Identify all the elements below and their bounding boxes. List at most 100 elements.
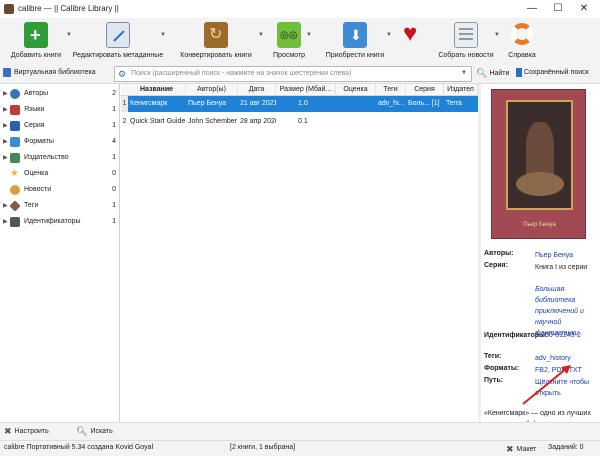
chevron-down-icon[interactable]: ▼ [160, 32, 166, 38]
tag-category-series[interactable]: ▶ Серия 1 [0, 118, 120, 134]
layout-label: Макет [516, 446, 537, 453]
table-row[interactable]: 2 Quick Start Guide John Schember 28 апр… [121, 114, 478, 130]
tags-icon [9, 200, 21, 212]
book-rating-cell[interactable] [336, 96, 376, 112]
wrench-icon: ✖ [4, 426, 12, 436]
tag-label: Теги [24, 202, 39, 209]
column-header-title[interactable]: Название [128, 84, 186, 96]
search-icon: 🔍︎ [76, 426, 88, 436]
add-book-icon: + [24, 22, 48, 48]
virtual-library-button[interactable]: Виртуальная библиотека [3, 68, 96, 77]
gear-icon[interactable]: ⚙ [118, 69, 126, 80]
find-button[interactable]: 🔍︎ Найти [476, 68, 509, 79]
close-button[interactable]: ✕ [574, 2, 594, 16]
book-publisher-cell[interactable]: Terra [444, 96, 478, 112]
annotation-arrow-icon [522, 365, 571, 405]
edit-metadata-label: Редактировать метаданные [72, 52, 164, 59]
book-title-cell[interactable]: Quick Start Guide [128, 114, 186, 130]
tag-count: 1 [112, 202, 116, 209]
publisher-icon [10, 153, 20, 163]
saved-search-label: Сохранённый поиск [524, 69, 589, 76]
column-header-publisher[interactable]: Издател [444, 84, 478, 96]
expand-arrow-icon[interactable]: ▶ [3, 154, 8, 161]
saved-search-button[interactable]: Сохранённый поиск [516, 68, 589, 77]
expand-arrow-icon[interactable]: ▶ [3, 90, 8, 97]
chevron-down-icon[interactable]: ▼ [461, 70, 467, 76]
book-size-cell[interactable]: 0.1 [296, 114, 336, 130]
convert-books-label: Конвертировать книги [180, 52, 252, 59]
tag-category-news[interactable]: Новости 0 [0, 182, 120, 198]
rating-icon: ★ [10, 168, 19, 179]
book-title-cell[interactable]: Кенигсмарк [128, 96, 186, 112]
book-author-cell[interactable]: Пьер Бенуа [186, 96, 238, 112]
expand-arrow-icon[interactable]: ▶ [3, 202, 8, 209]
tag-category-rating[interactable]: ★ Оценка 0 [0, 166, 120, 182]
view-button[interactable]: ◎◎ ▼ Просмотр [268, 18, 312, 64]
title-bar: calibre — || Calibre Library || — ☐ ✕ [0, 0, 600, 18]
tag-label: Издательство [24, 154, 69, 161]
add-books-button[interactable]: + ▼ Добавить книги [2, 18, 72, 64]
tag-category-formats[interactable]: ▶ Форматы 4 [0, 134, 120, 150]
chevron-down-icon[interactable]: ▼ [386, 32, 392, 38]
convert-books-button[interactable]: ↻ ▼ Конвертировать книги [170, 18, 264, 64]
expand-arrow-icon[interactable]: ▶ [3, 106, 8, 113]
tag-browser: ▶ Авторы 2 ▶ Языки 1 ▶ Серия 1 ▶ Форматы… [0, 84, 120, 422]
jobs-indicator[interactable]: Заданий: 0 [548, 444, 584, 451]
book-size-cell[interactable]: 1.0 [296, 96, 336, 112]
help-button[interactable]: Справка [500, 18, 544, 64]
book-tags-cell[interactable]: adv_hi... [376, 96, 406, 112]
tag-category-tags[interactable]: ▶ Теги 1 [0, 198, 120, 214]
expand-arrow-icon[interactable]: ▶ [3, 122, 8, 129]
get-books-icon: ⬇ [343, 22, 367, 48]
book-list: Название Автор(ы) Дата Размер (Мбай... О… [121, 84, 478, 422]
column-header-authors[interactable]: Автор(ы) [186, 84, 238, 96]
main-toolbar: + ▼ Добавить книги ▼ Редактировать метад… [0, 18, 600, 64]
donate-button[interactable]: ♥ [396, 18, 432, 64]
column-header-tags[interactable]: Теги [376, 84, 406, 96]
find-label: Найти [489, 70, 510, 77]
expand-arrow-icon[interactable]: ▶ [3, 218, 8, 225]
configure-button[interactable]: ✖ Настроить [4, 426, 49, 437]
book-date-cell[interactable]: 21 авг 2021 [238, 96, 276, 112]
chevron-down-icon[interactable]: ▼ [306, 32, 312, 38]
table-row[interactable]: 1 Кенигсмарк Пьер Бенуа 21 авг 2021 1.0 … [121, 96, 478, 112]
tag-label: Языки [24, 106, 45, 113]
tag-label: Идентификаторы [24, 218, 81, 225]
maximize-button[interactable]: ☐ [548, 2, 568, 16]
tag-category-authors[interactable]: ▶ Авторы 2 [0, 86, 120, 102]
tag-category-identifiers[interactable]: ▶ Идентификаторы 1 [0, 214, 120, 230]
find-tags-button[interactable]: 🔍︎ Искать [76, 426, 113, 437]
calibre-app-icon [4, 4, 14, 14]
status-version-text: calibre Портативный 5.34 создана Kovid G… [4, 444, 154, 451]
search-placeholder: Поиск (расширенный поиск - нажмите на зн… [131, 70, 352, 77]
column-header-series[interactable]: Серия [406, 84, 444, 96]
column-header-size[interactable]: Размер (Мбай... [276, 84, 336, 96]
layout-button[interactable]: ✖ Макет [506, 444, 536, 455]
book-author-cell[interactable]: John Schember [186, 114, 238, 130]
help-icon [510, 22, 534, 48]
library-icon [3, 68, 11, 77]
edit-metadata-button[interactable]: ▼ Редактировать метаданные [72, 18, 166, 64]
get-books-button[interactable]: ⬇ ▼ Приобрести книги [320, 18, 392, 64]
search-input[interactable]: ⚙ Поиск (расширенный поиск - нажмите на … [114, 66, 472, 82]
series-icon [10, 121, 20, 131]
view-icon: ◎◎ [277, 22, 301, 48]
tag-category-languages[interactable]: ▶ Языки 1 [0, 102, 120, 118]
expand-arrow-icon[interactable]: ▶ [3, 138, 8, 145]
book-list-header: Название Автор(ы) Дата Размер (Мбай... О… [121, 84, 478, 96]
heart-icon: ♥ [403, 20, 418, 47]
view-label: Просмотр [273, 52, 305, 59]
languages-icon [10, 105, 20, 115]
column-header-rating[interactable]: Оценка [336, 84, 376, 96]
fetch-news-button[interactable]: ▼ Собрать новости [434, 18, 500, 64]
book-series-cell[interactable]: Боль... [1] [406, 96, 444, 112]
status-bar: calibre Портативный 5.34 создана Kovid G… [0, 440, 600, 456]
tag-category-publisher[interactable]: ▶ Издательство 1 [0, 150, 120, 166]
book-date-cell[interactable]: 28 апр 2020 [238, 114, 276, 130]
minimize-button[interactable]: — [522, 2, 542, 16]
column-header-date[interactable]: Дата [238, 84, 276, 96]
chevron-down-icon[interactable]: ▼ [258, 32, 264, 38]
window-title: calibre — || Calibre Library || [18, 4, 119, 13]
search-icon: 🔍︎ [476, 68, 488, 78]
news-icon [10, 185, 20, 195]
